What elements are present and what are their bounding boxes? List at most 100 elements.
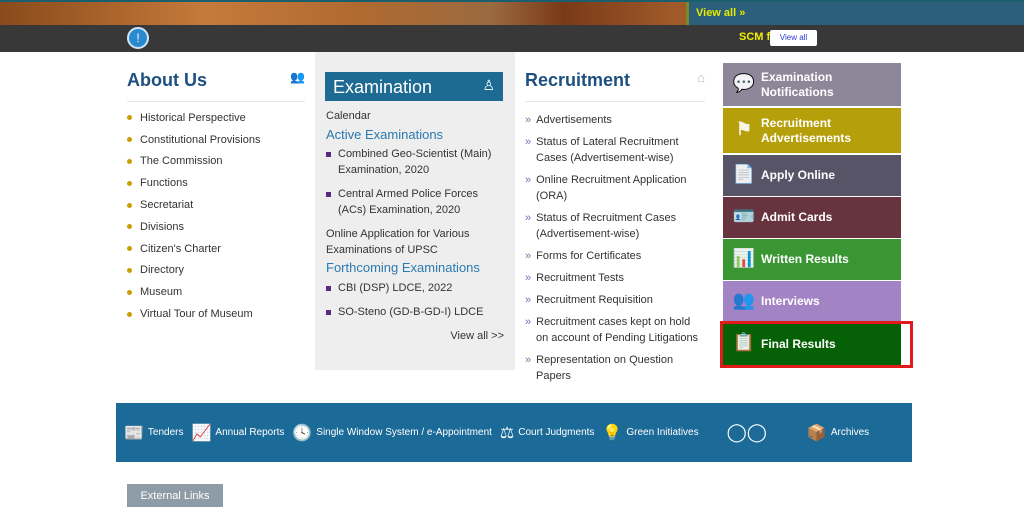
tile-admit-cards[interactable]: 🪪 Admit Cards — [723, 197, 901, 238]
about-item[interactable]: Directory — [127, 260, 305, 282]
bullet-icon — [127, 115, 132, 121]
tile-label: Recruitment Advertisements — [761, 115, 852, 145]
recruitment-link[interactable]: Recruitment cases kept on hold on accoun… — [536, 316, 698, 344]
exam-item[interactable]: Combined Geo-Scientist (Main) Examinatio… — [326, 146, 508, 178]
lightbulb-icon[interactable]: ! — [127, 27, 149, 49]
about-link[interactable]: Historical Perspective — [140, 112, 246, 124]
recruitment-item[interactable]: » Online Recruitment Application (ORA) — [525, 172, 705, 204]
recruitment-link[interactable]: Status of Lateral Recruitment Cases (Adv… — [536, 136, 679, 164]
tile-label: Admit Cards — [761, 210, 833, 224]
recruitment-item[interactable]: » Recruitment Tests — [525, 270, 705, 286]
chevron-right-icon: » — [525, 136, 532, 148]
scm-text: SCM f — [739, 31, 771, 43]
footer-link[interactable]: 📈 Annual Reports — [192, 423, 285, 443]
tile-written-results[interactable]: 📊 Written Results — [723, 239, 901, 280]
external-links-tab[interactable]: External Links — [127, 484, 223, 507]
recruitment-link[interactable]: Representation on Question Papers — [536, 354, 673, 382]
recruitment-item[interactable]: » Advertisements — [525, 112, 705, 128]
about-item[interactable]: The Commission — [127, 151, 305, 173]
people-icon: 👥 — [290, 70, 305, 84]
bullet-icon — [127, 267, 132, 273]
exam-item[interactable]: Central Armed Police Forces (ACs) Examin… — [326, 186, 508, 218]
about-link[interactable]: Museum — [140, 286, 182, 298]
footer-link-label: Annual Reports — [215, 427, 285, 438]
form-icon: 📄 — [732, 163, 756, 184]
tile-recruitment-advertisements[interactable]: ⚑ Recruitment Advertisements — [723, 108, 901, 153]
exam-link[interactable]: Central Armed Police Forces (ACs) Examin… — [338, 188, 478, 216]
about-item[interactable]: Functions — [127, 172, 305, 194]
chevron-right-icon: » — [525, 250, 532, 262]
about-link[interactable]: Secretariat — [140, 199, 193, 211]
bullet-icon — [326, 191, 331, 197]
single-window-icon: 🕓 — [292, 424, 313, 442]
bullet-icon — [127, 224, 132, 230]
announcement-bar — [0, 25, 1024, 52]
tile-interviews[interactable]: 👥 Interviews — [723, 281, 901, 322]
about-item[interactable]: Virtual Tour of Museum — [127, 303, 305, 325]
footer-link-label: Green Initiatives — [626, 427, 699, 438]
calendar-link[interactable]: Calendar — [326, 108, 508, 124]
scm-view-all-button[interactable]: View all — [770, 30, 817, 46]
active-exams-heading: Active Examinations — [326, 127, 444, 142]
about-link[interactable]: The Commission — [140, 155, 223, 167]
recruitment-item[interactable]: » Status of Recruitment Cases (Advertisem… — [525, 210, 705, 242]
footer-link[interactable]: 📰 Tenders — [124, 423, 184, 443]
footer-link[interactable]: ⚖ Court Judgments — [500, 423, 595, 443]
bar-chart-icon: 📊 — [732, 247, 756, 268]
about-link[interactable]: Divisions — [140, 221, 184, 233]
exam-link[interactable]: Combined Geo-Scientist (Main) Examinatio… — [338, 148, 491, 176]
about-link[interactable]: Virtual Tour of Museum — [140, 308, 253, 320]
recruitment-item[interactable]: » Forms for Certificates — [525, 248, 705, 264]
bullet-icon — [127, 289, 132, 295]
recruitment-link[interactable]: Advertisements — [536, 114, 612, 126]
tenders-icon: 📰 — [124, 424, 144, 442]
about-item[interactable]: Citizen's Charter — [127, 238, 305, 260]
highlight-box — [720, 321, 913, 368]
about-link[interactable]: Directory — [140, 264, 184, 276]
tile-label: Interviews — [761, 294, 820, 308]
tile-apply-online[interactable]: 📄 Apply Online — [723, 155, 901, 196]
about-item[interactable]: Historical Perspective — [127, 107, 305, 129]
about-link[interactable]: Citizen's Charter — [140, 243, 221, 255]
exam-link[interactable]: SO-Steno (GD-B-GD-I) LDCE — [338, 306, 483, 318]
recruitment-link[interactable]: Forms for Certificates — [536, 250, 641, 262]
footer-link[interactable]: 💡 Green Initiatives — [602, 423, 698, 443]
about-item[interactable]: Divisions — [127, 216, 305, 238]
recruitment-item[interactable]: » Recruitment Requisition — [525, 292, 705, 308]
online-application-link[interactable]: Online Application for Various Examinati… — [326, 226, 508, 258]
examination-header: Examination ♙ — [325, 72, 503, 101]
recruitment-section: Recruitment ⌂ » Advertisements » Status of L… — [525, 70, 705, 390]
footer-link-label: Single Window System / e-Appointment — [316, 427, 492, 438]
about-section: About Us 👥 Historical Perspective Constitu… — [127, 70, 305, 325]
exam-item[interactable]: CBI (DSP) LDCE, 2022 — [326, 280, 508, 296]
about-item[interactable]: Secretariat — [127, 194, 305, 216]
view-all-link[interactable]: View all » — [696, 7, 745, 19]
recruitment-link[interactable]: Recruitment Requisition — [536, 294, 653, 306]
recruitment-item[interactable]: » Recruitment cases kept on hold on accou… — [525, 314, 705, 346]
bullet-icon — [127, 158, 132, 164]
recruitment-item[interactable]: » Representation on Question Papers — [525, 352, 705, 384]
id-card-icon: 🪪 — [732, 205, 756, 226]
recruitment-link[interactable]: Online Recruitment Application (ORA) — [536, 174, 687, 202]
exam-item[interactable]: SO-Steno (GD-B-GD-I) LDCE — [326, 304, 508, 320]
about-item[interactable]: Museum — [127, 281, 305, 303]
tile-examination-notifications[interactable]: 💬 Examination Notifications — [723, 63, 901, 106]
recruitment-link[interactable]: Recruitment Tests — [536, 272, 624, 284]
footer-link-label: Tenders — [147, 427, 184, 438]
exam-view-all-link[interactable]: View all >> — [326, 328, 504, 344]
examination-content: Calendar Active Examinations Combined Ge… — [326, 108, 508, 344]
annual-reports-icon: 📈 — [191, 424, 212, 442]
about-item[interactable]: Constitutional Provisions — [127, 129, 305, 151]
recruitment-link[interactable]: Status of Recruitment Cases (Advertiseme… — [536, 212, 676, 240]
exam-link[interactable]: CBI (DSP) LDCE, 2022 — [338, 282, 452, 294]
recruitment-item[interactable]: » Status of Lateral Recruitment Cases (Ad… — [525, 134, 705, 166]
tile-label: Written Results — [761, 252, 849, 266]
footer-link[interactable]: 🕓 Single Window System / e-Appointment — [292, 423, 492, 443]
about-link[interactable]: Functions — [140, 177, 188, 189]
footer-link[interactable]: 📦 Archives — [807, 423, 869, 443]
swachh-bharat-logo: ◯◯ — [726, 422, 767, 442]
chevron-right-icon: » — [525, 174, 532, 186]
chevron-right-icon: » — [525, 354, 532, 366]
about-link[interactable]: Constitutional Provisions — [140, 134, 260, 146]
forthcoming-heading: Forthcoming Examinations — [326, 260, 480, 275]
